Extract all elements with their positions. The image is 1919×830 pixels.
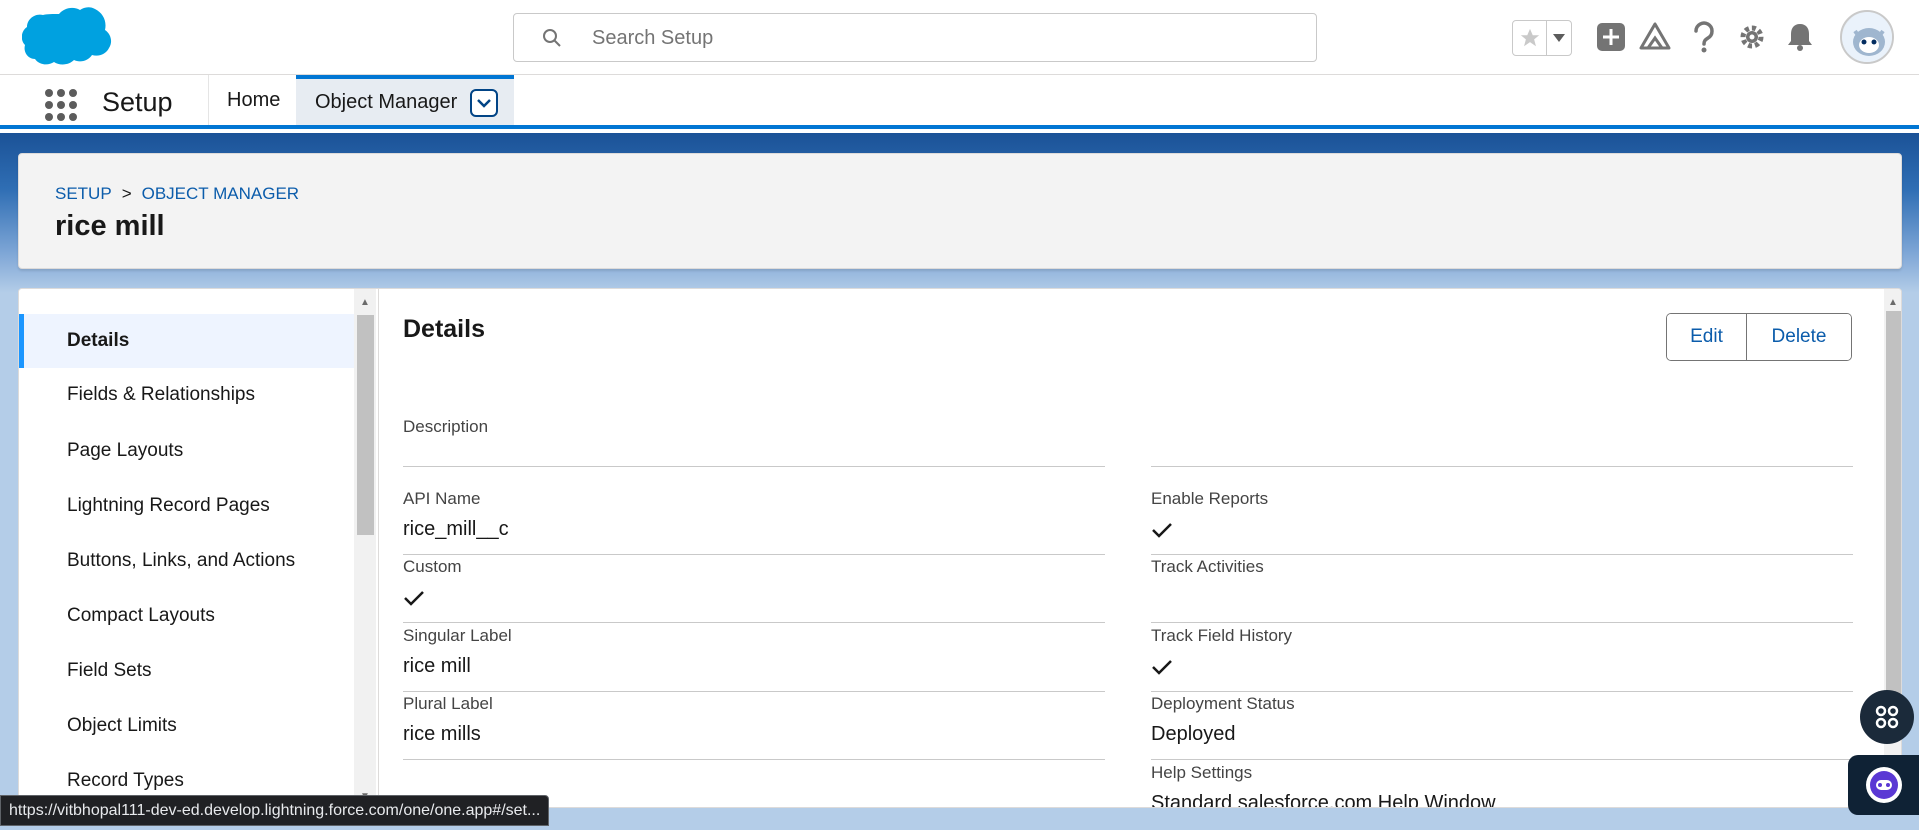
sidebar-item-label: Field Sets xyxy=(67,660,152,681)
app-launcher-icon[interactable] xyxy=(44,88,78,122)
details-content: Details Edit Delete Description API Name… xyxy=(379,289,1884,808)
global-actions-button[interactable] xyxy=(1592,18,1630,56)
field-plural-label: Plural Label rice mills xyxy=(403,694,1105,760)
edit-button[interactable]: Edit xyxy=(1667,314,1747,360)
field-description: Description xyxy=(403,417,1105,467)
favorites-button[interactable] xyxy=(1513,21,1547,55)
field-singular-label: Singular Label rice mill xyxy=(403,626,1105,692)
help-button[interactable] xyxy=(1685,18,1723,56)
details-button-group: Edit Delete xyxy=(1666,313,1852,361)
agent-button[interactable] xyxy=(1848,755,1919,815)
breadcrumb-object-manager[interactable]: OBJECT MANAGER xyxy=(142,184,299,204)
search-icon xyxy=(543,29,561,47)
main-panel: Details Fields & Relationships Page Layo… xyxy=(18,288,1902,808)
setup-button[interactable] xyxy=(1733,18,1771,56)
sidebar-item-lightning-record-pages[interactable]: Lightning Record Pages xyxy=(19,479,354,533)
breadcrumb: SETUP > OBJECT MANAGER xyxy=(55,184,299,204)
robot-icon xyxy=(1865,767,1902,803)
trailhead-icon xyxy=(1639,22,1671,50)
avatar[interactable] xyxy=(1840,10,1894,64)
chevron-down-icon xyxy=(1553,34,1565,42)
checkmark-icon xyxy=(404,591,424,606)
sidebar-item-page-layouts[interactable]: Page Layouts xyxy=(19,424,354,478)
tab-home-label: Home xyxy=(227,88,281,111)
sidebar-item-field-sets[interactable]: Field Sets xyxy=(19,644,354,698)
field-enable-reports: Enable Reports xyxy=(1151,489,1853,555)
field-deployment-status: Deployment Status Deployed xyxy=(1151,694,1853,760)
search-input[interactable] xyxy=(592,24,1292,52)
field-label: Deployment Status xyxy=(1151,694,1295,713)
help-icon xyxy=(1694,21,1714,53)
cloud-logo[interactable] xyxy=(21,6,112,70)
field-track-activities: Track Activities xyxy=(1151,557,1853,623)
tab-menu-button[interactable] xyxy=(470,89,498,117)
favorites-list-button[interactable] xyxy=(1547,21,1571,55)
field-help-settings: Help Settings Standard salesforce.com He… xyxy=(1151,763,1853,808)
tab-home[interactable]: Home xyxy=(208,75,296,125)
context-bar: Setup Home Object Manager xyxy=(0,75,1919,129)
field-label: Help Settings xyxy=(1151,763,1253,782)
field-label: API Name xyxy=(403,489,481,508)
tab-object-manager-label: Object Manager xyxy=(315,90,458,113)
content-scroll-thumb[interactable] xyxy=(1886,311,1901,731)
sidebar-item-object-limits[interactable]: Object Limits xyxy=(19,699,354,753)
add-icon xyxy=(1597,23,1625,51)
field-label: Track Field History xyxy=(1151,626,1293,645)
field-label: Singular Label xyxy=(403,626,512,645)
global-header xyxy=(0,0,1919,75)
sidebar-item-buttons-links-actions[interactable]: Buttons, Links, and Actions xyxy=(19,534,354,588)
search-box[interactable] xyxy=(513,13,1317,62)
star-icon xyxy=(1520,28,1539,47)
sidebar: Details Fields & Relationships Page Layo… xyxy=(19,289,379,807)
grid-icon xyxy=(1875,705,1899,729)
breadcrumb-setup[interactable]: SETUP xyxy=(55,184,112,204)
sidebar-item-label: Record Types xyxy=(67,770,184,791)
field-value: Standard salesforce.com Help Window xyxy=(1151,792,1496,808)
sidebar-item-label: Object Limits xyxy=(67,715,177,736)
sidebar-item-label: Fields & Relationships xyxy=(67,384,255,405)
field-value: rice mill xyxy=(403,655,471,677)
page-header: SETUP > OBJECT MANAGER rice mill xyxy=(18,153,1902,269)
tab-object-manager[interactable]: Object Manager xyxy=(296,75,514,125)
status-url: https://vitbhopal111-dev-ed.develop.ligh… xyxy=(0,795,550,826)
checkmark-icon xyxy=(1152,660,1172,675)
sidebar-item-label: Lightning Record Pages xyxy=(67,495,270,516)
favorites-group xyxy=(1512,20,1572,56)
sidebar-item-label: Details xyxy=(67,330,130,351)
sidebar-item-fields-relationships[interactable]: Fields & Relationships xyxy=(19,368,354,422)
field-label: Track Activities xyxy=(1151,557,1264,576)
chevron-down-icon xyxy=(477,99,491,108)
field-label: Plural Label xyxy=(403,694,493,713)
sidebar-item-label: Compact Layouts xyxy=(67,605,215,626)
field-value: Deployed xyxy=(1151,723,1236,745)
sidebar-item-label: Page Layouts xyxy=(67,440,184,461)
sidebar-scroll-thumb[interactable] xyxy=(357,315,374,535)
sidebar-item-compact-layouts[interactable]: Compact Layouts xyxy=(19,589,354,643)
field-value: rice mills xyxy=(403,723,481,745)
sidebar-item-details[interactable]: Details xyxy=(19,314,354,368)
scroll-up-icon[interactable]: ▲ xyxy=(1882,293,1901,311)
notifications-button[interactable] xyxy=(1781,18,1819,56)
breadcrumb-separator: > xyxy=(121,184,132,203)
checkmark-icon xyxy=(1152,523,1172,538)
field-description-right xyxy=(1151,417,1853,467)
app-name: Setup xyxy=(102,87,173,117)
field-api-name: API Name rice_mill__c xyxy=(403,489,1105,555)
field-label: Custom xyxy=(403,557,462,576)
field-track-field-history: Track Field History xyxy=(1151,626,1853,692)
sidebar-scrollbar[interactable]: ▲ ▼ xyxy=(354,289,376,807)
field-value: rice_mill__c xyxy=(403,518,509,540)
field-custom: Custom xyxy=(403,557,1105,623)
field-label: Enable Reports xyxy=(1151,489,1269,508)
details-heading: Details xyxy=(403,315,485,343)
page-title: rice mill xyxy=(55,210,165,242)
gear-icon xyxy=(1740,25,1764,49)
utility-menu-button[interactable] xyxy=(1860,690,1914,744)
delete-button[interactable]: Delete xyxy=(1747,314,1851,360)
bell-icon xyxy=(1788,24,1812,51)
field-label: Description xyxy=(403,417,489,436)
scroll-up-icon[interactable]: ▲ xyxy=(354,293,376,311)
sidebar-item-label: Buttons, Links, and Actions xyxy=(67,550,296,571)
trailhead-button[interactable] xyxy=(1636,18,1674,56)
